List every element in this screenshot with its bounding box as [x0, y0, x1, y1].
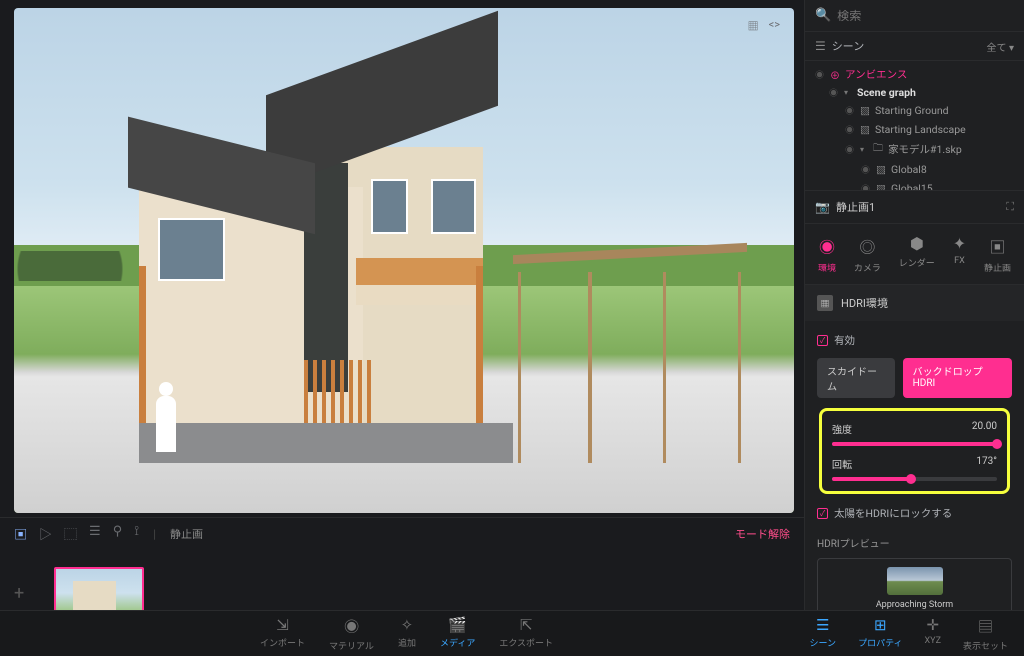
media-toolbar: ▣ ▷ ⬚ ☰ ⚲ ⟟ | 静止画 モード解除: [0, 517, 804, 549]
scale-figure: [154, 382, 178, 452]
hdri-section-header[interactable]: ▦ HDRI環境: [805, 285, 1024, 321]
nav-export[interactable]: ⇱エクスポート: [499, 616, 553, 652]
tab-render[interactable]: ⬢レンダー: [899, 234, 935, 274]
scene-tree: ◉⊕アンビエンス ◉▾Scene graph ◉▧Starting Ground…: [805, 61, 1024, 191]
nav-media[interactable]: 🎬メディア: [440, 616, 475, 652]
search-bar[interactable]: 🔍: [805, 0, 1024, 32]
lock-sun-row[interactable]: ✓ 太陽をHDRIにロックする: [817, 502, 1012, 531]
viewset-icon: ▤: [978, 616, 993, 637]
viewport-3d[interactable]: ▦ <>: [14, 8, 794, 513]
tree-starting-ground[interactable]: ◉▧Starting Ground: [805, 101, 1024, 120]
right-panel: 🔍 ☰ シーン 全て ▾ ◉⊕アンビエンス ◉▾Scene graph ◉▧St…: [804, 0, 1024, 656]
still-icon: ▣: [990, 234, 1006, 258]
camera-tab-icon: ◎: [859, 234, 875, 258]
mesh-icon: ▧: [876, 162, 886, 177]
globe-icon: ⊕: [830, 67, 840, 82]
search-input[interactable]: [837, 9, 1014, 23]
export-icon: ⇱: [520, 616, 533, 634]
highlighted-sliders: 強度 20.00 回転 173°: [819, 408, 1010, 494]
tool-walk-icon[interactable]: ⚲: [113, 524, 123, 543]
hdri-preview-thumb: [887, 567, 943, 595]
tool-image-icon[interactable]: ▣: [14, 524, 27, 543]
tool-play-icon[interactable]: ▷: [39, 524, 52, 543]
material-nav-icon: ◉: [344, 616, 359, 637]
add-icon: ✧: [401, 616, 414, 634]
viewport-grid-icon[interactable]: ▦: [748, 18, 759, 34]
list-icon: ☰: [815, 39, 826, 53]
intensity-value: 20.00: [972, 421, 997, 436]
rotation-value: 173°: [976, 456, 997, 471]
toolbar-mode-label: 静止画: [170, 526, 203, 542]
viewport-code-icon[interactable]: <>: [769, 18, 780, 34]
scene-title: シーン: [832, 38, 864, 54]
nav-viewset[interactable]: ▤表示セット: [963, 616, 1008, 652]
skydome-button[interactable]: スカイドーム: [817, 358, 895, 398]
intensity-label: 強度: [832, 421, 852, 436]
rotation-slider[interactable]: [832, 477, 997, 481]
checkbox-icon: ✓: [817, 335, 828, 346]
intensity-slider[interactable]: [832, 442, 997, 446]
hdri-preview-label: HDRIプレビュー: [817, 531, 1012, 558]
scene-nav-icon: ☰: [816, 616, 829, 634]
tree-model-folder[interactable]: ◉▾🗀家モデル#1.skp: [805, 139, 1024, 160]
mode-release-button[interactable]: モード解除: [735, 528, 790, 541]
scene-filter-dropdown[interactable]: 全て ▾: [987, 39, 1015, 54]
nav-scene[interactable]: ☰シーン: [810, 616, 837, 652]
import-icon: ⇲: [276, 616, 289, 634]
xyz-icon: ✛: [926, 616, 939, 634]
tree-global15[interactable]: ◉▧Global15: [805, 179, 1024, 191]
tree-ambience[interactable]: ◉⊕アンビエンス: [805, 65, 1024, 84]
tab-still[interactable]: ▣静止画: [984, 234, 1011, 274]
fullscreen-icon[interactable]: ⛶: [1006, 200, 1014, 214]
still-header[interactable]: 📷 静止画1 ⛶: [805, 191, 1024, 224]
hdri-preview-name: Approaching Storm: [876, 600, 953, 610]
tool-layers-icon[interactable]: ☰: [89, 524, 101, 543]
hdri-enabled-row[interactable]: ✓ 有効: [817, 329, 1012, 358]
nav-xyz[interactable]: ✛XYZ: [925, 616, 941, 652]
folder-icon: 🗀: [873, 141, 883, 158]
mesh-icon: ▧: [860, 103, 870, 118]
bottom-nav: ⇲インポート ◉マテリアル ✧追加 🎬メディア ⇱エクスポート ☰シーン ⊞プロ…: [0, 610, 1024, 656]
tab-camera[interactable]: ◎カメラ: [854, 234, 881, 274]
camera-icon: 📷: [815, 200, 830, 214]
tree-starting-landscape[interactable]: ◉▧Starting Landscape: [805, 120, 1024, 139]
nav-property[interactable]: ⊞プロパティ: [858, 616, 902, 652]
property-tabs: ◉環境 ◎カメラ ⬢レンダー ✦FX ▣静止画: [805, 224, 1024, 285]
search-icon: 🔍: [815, 8, 831, 23]
backdrop-hdri-button[interactable]: バックドロップHDRI: [903, 358, 1012, 398]
mesh-icon: ▧: [860, 122, 870, 137]
media-icon: 🎬: [448, 616, 467, 634]
tool-measure-icon[interactable]: ⟟: [134, 524, 139, 543]
tool-pano-icon[interactable]: ⬚: [64, 524, 77, 543]
render-icon: ⬢: [910, 234, 924, 253]
nav-import[interactable]: ⇲インポート: [260, 616, 305, 652]
property-icon: ⊞: [874, 616, 887, 634]
nav-add[interactable]: ✧追加: [398, 616, 416, 652]
fx-icon: ✦: [953, 234, 966, 253]
render-scene: [14, 8, 794, 513]
tab-environment[interactable]: ◉環境: [818, 234, 836, 274]
checkbox-icon: ✓: [817, 508, 828, 519]
hdri-icon: ▦: [817, 295, 833, 311]
rotation-label: 回転: [832, 456, 852, 471]
add-media-button[interactable]: +: [14, 583, 24, 604]
tree-global8[interactable]: ◉▧Global8: [805, 160, 1024, 179]
tab-fx[interactable]: ✦FX: [953, 234, 966, 274]
tree-scene-graph[interactable]: ◉▾Scene graph: [805, 84, 1024, 101]
nav-material[interactable]: ◉マテリアル: [329, 616, 374, 652]
environment-icon: ◉: [819, 234, 835, 258]
mesh-icon: ▧: [876, 181, 886, 191]
scene-panel-header[interactable]: ☰ シーン 全て ▾: [805, 32, 1024, 61]
